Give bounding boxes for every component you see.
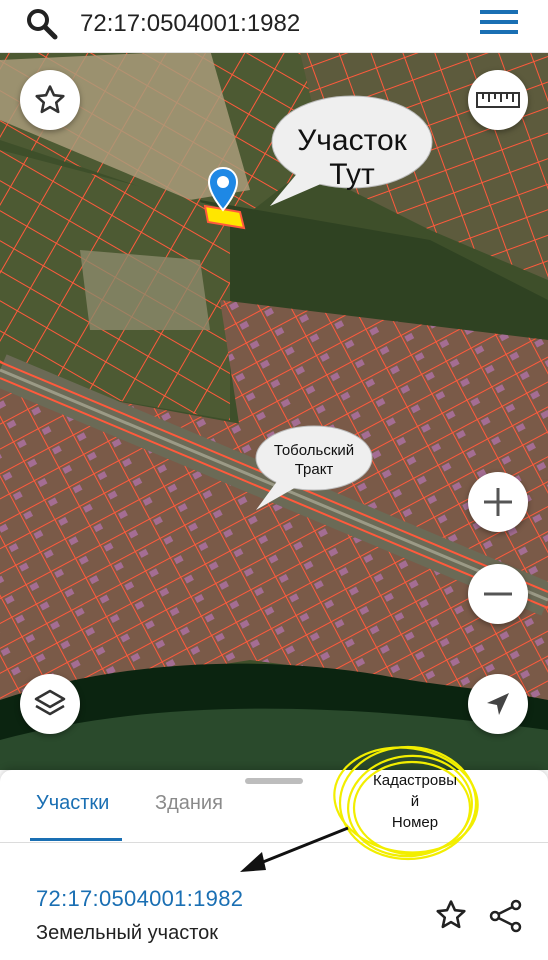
sheet-drag-handle[interactable] — [245, 778, 303, 784]
minus-icon — [484, 592, 512, 596]
annotation-line-2: й — [410, 793, 420, 810]
callout-road-line-2: Тракт — [294, 461, 334, 478]
callout-plot-line-2: Тут — [329, 158, 375, 191]
layers-button[interactable] — [20, 674, 80, 734]
location-pin-icon[interactable] — [207, 166, 239, 212]
result-plot-type: Земельный участок — [36, 922, 219, 944]
map-view[interactable]: Участок Тут Тобольский Тракт — [0, 52, 548, 770]
tab-buildings[interactable]: Здания — [155, 792, 223, 815]
result-cadastral-number[interactable]: 72:17:0504001:1982 — [36, 886, 243, 912]
divider — [0, 842, 548, 843]
callout-plot-line-1: Участок — [297, 124, 407, 157]
navigation-arrow-icon — [487, 693, 509, 715]
ruler-icon — [476, 92, 520, 108]
ruler-button[interactable] — [468, 70, 528, 130]
search-input[interactable] — [80, 6, 440, 42]
tab-plots[interactable]: Участки — [36, 792, 109, 815]
callout-road-line-1: Тобольский — [273, 442, 355, 459]
search-icon[interactable] — [24, 6, 60, 42]
zoom-in-button[interactable] — [468, 472, 528, 532]
my-location-button[interactable] — [468, 674, 528, 734]
callout-road-text: Тобольский Тракт — [262, 441, 366, 479]
annotation-label: Кадастровы й Номер — [350, 770, 480, 833]
callout-plot-text: Участок Тут — [272, 124, 432, 192]
annotation-line-3: Номер — [391, 814, 439, 831]
search-bar — [0, 0, 548, 53]
zoom-out-button[interactable] — [468, 564, 528, 624]
plus-icon — [484, 488, 512, 516]
star-outline-icon — [35, 85, 65, 114]
active-tab-indicator — [30, 838, 122, 841]
share-icon[interactable] — [488, 898, 524, 934]
layers-icon — [34, 689, 66, 716]
annotation-line-1: Кадастровы — [373, 772, 457, 789]
star-outline-icon[interactable] — [434, 898, 468, 932]
favorite-button[interactable] — [20, 70, 80, 130]
hamburger-menu-icon[interactable] — [478, 6, 520, 38]
